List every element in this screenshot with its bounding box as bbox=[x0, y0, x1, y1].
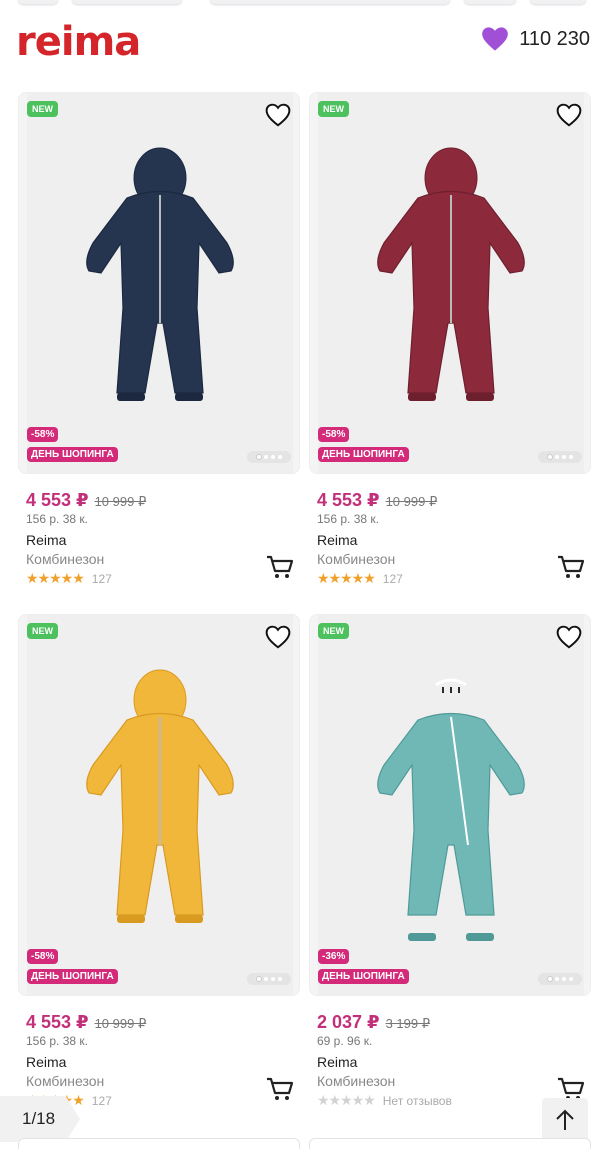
product-image[interactable] bbox=[27, 93, 293, 473]
promo-badge: ДЕНЬ ШОПИНГА bbox=[27, 969, 118, 984]
reima-logo[interactable]: reima bbox=[16, 22, 141, 62]
price-row: 4 553 ₽ 10 999 ₽ bbox=[26, 1012, 146, 1033]
favorite-heart-icon[interactable] bbox=[556, 625, 582, 649]
discount-badge: -58% bbox=[27, 427, 59, 442]
product-brand[interactable]: Reima bbox=[26, 532, 66, 548]
favorites-count: 110 230 bbox=[519, 27, 590, 50]
product-image-container[interactable]: NEW -58% ДЕНЬ ШОПИНГА bbox=[18, 92, 300, 474]
product-type[interactable]: Комбинезон bbox=[26, 1073, 104, 1089]
page-indicator: 1/18 bbox=[0, 1096, 80, 1142]
page-indicator-label: 1/18 bbox=[22, 1109, 56, 1128]
add-to-cart-icon[interactable] bbox=[266, 554, 294, 580]
image-carousel-dots[interactable] bbox=[538, 451, 582, 463]
rating-stars: ★★★★★ bbox=[26, 570, 85, 586]
current-price: 2 037 ₽ bbox=[317, 1012, 380, 1032]
rating: ★★★★★ 127 bbox=[317, 570, 403, 588]
review-count: 127 bbox=[91, 1094, 112, 1108]
current-price: 4 553 ₽ bbox=[26, 1012, 89, 1032]
rating-stars: ★★★★★ bbox=[317, 570, 376, 586]
top-tab-strip bbox=[0, 0, 600, 8]
promo-badge: ДЕНЬ ШОПИНГА bbox=[27, 447, 118, 462]
product-image-container[interactable]: NEW -58% ДЕНЬ ШОПИНГА bbox=[18, 614, 300, 996]
scroll-to-top-button[interactable] bbox=[542, 1098, 588, 1142]
old-price: 10 999 ₽ bbox=[94, 494, 147, 509]
new-badge: NEW bbox=[318, 101, 349, 117]
new-badge: NEW bbox=[318, 623, 349, 639]
installment-price: 156 р. 38 к. bbox=[26, 1034, 88, 1048]
discount-badge: -58% bbox=[27, 949, 59, 964]
old-price: 10 999 ₽ bbox=[94, 1016, 147, 1031]
review-count: 127 bbox=[91, 572, 112, 586]
promo-badge: ДЕНЬ ШОПИНГА bbox=[318, 447, 409, 462]
heart-icon bbox=[482, 27, 509, 51]
product-image-container[interactable]: NEW -58% ДЕНЬ ШОПИНГА bbox=[309, 92, 591, 474]
arrow-up-icon bbox=[556, 1109, 574, 1130]
old-price: 3 199 ₽ bbox=[385, 1016, 430, 1031]
new-badge: NEW bbox=[27, 623, 58, 639]
product-image[interactable] bbox=[318, 93, 584, 473]
rating: ★★★★★ Нет отзывов bbox=[317, 1092, 452, 1110]
product-type[interactable]: Комбинезон bbox=[317, 1073, 395, 1089]
product-brand[interactable]: Reima bbox=[317, 1054, 357, 1070]
discount-badge: -36% bbox=[318, 949, 350, 964]
new-badge: NEW bbox=[27, 101, 58, 117]
favorites-button[interactable]: 110 230 bbox=[481, 26, 590, 52]
installment-price: 156 р. 38 к. bbox=[26, 512, 88, 526]
image-carousel-dots[interactable] bbox=[247, 973, 291, 985]
old-price: 10 999 ₽ bbox=[385, 494, 438, 509]
favorite-heart-icon[interactable] bbox=[265, 103, 291, 127]
product-type[interactable]: Комбинезон bbox=[26, 551, 104, 567]
review-count: Нет отзывов bbox=[382, 1094, 452, 1108]
current-price: 4 553 ₽ bbox=[26, 490, 89, 510]
favorite-heart-icon[interactable] bbox=[556, 103, 582, 127]
current-price: 4 553 ₽ bbox=[317, 490, 380, 510]
product-image-container[interactable]: NEW -36% ДЕНЬ ШОПИНГА bbox=[309, 614, 591, 996]
product-image[interactable] bbox=[27, 615, 293, 995]
favorite-heart-icon[interactable] bbox=[265, 625, 291, 649]
price-row: 4 553 ₽ 10 999 ₽ bbox=[317, 490, 437, 511]
price-row: 2 037 ₽ 3 199 ₽ bbox=[317, 1012, 430, 1033]
header: reima 110 230 bbox=[0, 14, 600, 70]
discount-badge: -58% bbox=[318, 427, 350, 442]
product-brand[interactable]: Reima bbox=[26, 1054, 66, 1070]
price-row: 4 553 ₽ 10 999 ₽ bbox=[26, 490, 146, 511]
review-count: 127 bbox=[382, 572, 403, 586]
add-to-cart-icon[interactable] bbox=[557, 554, 585, 580]
add-to-cart-icon[interactable] bbox=[266, 1076, 294, 1102]
rating-stars: ★★★★★ bbox=[317, 1092, 376, 1108]
installment-price: 156 р. 38 к. bbox=[317, 512, 379, 526]
installment-price: 69 р. 96 к. bbox=[317, 1034, 373, 1048]
image-carousel-dots[interactable] bbox=[247, 451, 291, 463]
product-brand[interactable]: Reima bbox=[317, 532, 357, 548]
product-image[interactable] bbox=[318, 615, 584, 995]
rating: ★★★★★ 127 bbox=[26, 570, 112, 588]
image-carousel-dots[interactable] bbox=[538, 973, 582, 985]
promo-badge: ДЕНЬ ШОПИНГА bbox=[318, 969, 409, 984]
product-type[interactable]: Комбинезон bbox=[317, 551, 395, 567]
